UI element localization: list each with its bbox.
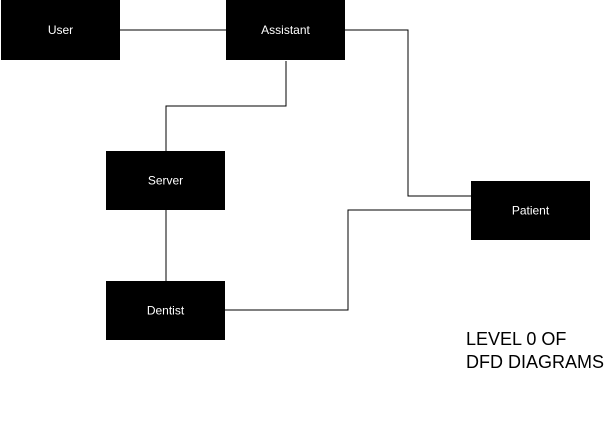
- connector-dentist-patient: [225, 209, 471, 311]
- entity-server-label: Server: [148, 174, 183, 188]
- connector-assistant-patient: [345, 29, 471, 197]
- entity-dentist-label: Dentist: [147, 304, 185, 318]
- entity-server[interactable]: Server: [106, 151, 225, 210]
- entity-patient-label: Patient: [512, 204, 550, 218]
- entity-dentist[interactable]: Dentist: [106, 281, 225, 340]
- entity-assistant-label: Assistant: [261, 23, 310, 37]
- entity-user[interactable]: User: [1, 0, 120, 60]
- diagram-caption: LEVEL 0 OF DFD DIAGRAMS: [466, 329, 605, 372]
- entity-user-label: User: [48, 23, 73, 37]
- entity-assistant[interactable]: Assistant: [226, 0, 345, 60]
- entity-patient[interactable]: Patient: [471, 181, 590, 240]
- connector-assistant-server: [165, 61, 287, 151]
